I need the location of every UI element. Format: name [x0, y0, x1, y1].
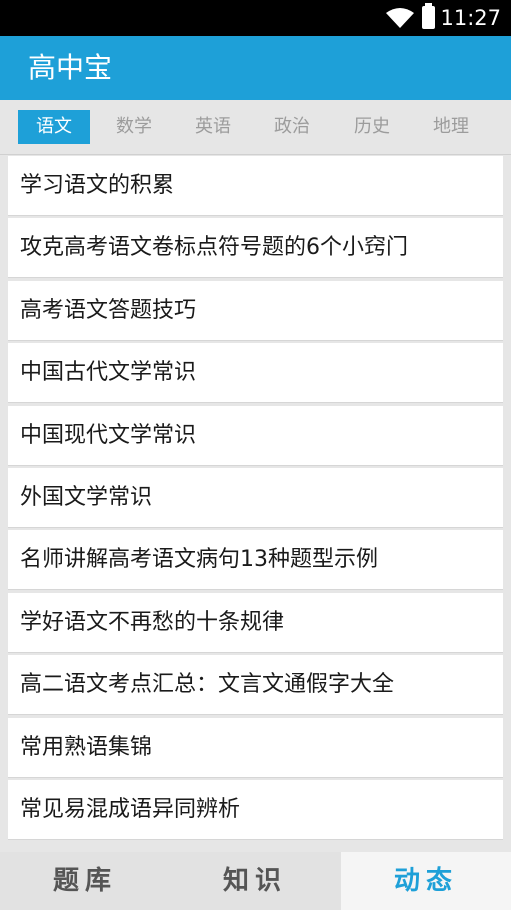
bottom-nav: 题库 知识 动态 — [0, 852, 511, 910]
list-item[interactable]: 高考语文答题技巧 — [8, 280, 503, 341]
tab-english[interactable]: 英语 — [177, 110, 249, 144]
status-bar: 11:27 — [0, 0, 511, 36]
list-item[interactable]: 中国现代文学常识 — [8, 405, 503, 466]
list-item[interactable]: 学习语文的积累 — [8, 156, 503, 216]
list-item[interactable]: 常用熟语集锦 — [8, 717, 503, 778]
status-time: 11:27 — [440, 6, 501, 30]
subject-tabs: 语文 数学 英语 政治 历史 地理 — [0, 100, 511, 155]
tab-geography[interactable]: 地理 — [415, 110, 487, 144]
list-item[interactable]: 学好语文不再愁的十条规律 — [8, 592, 503, 653]
nav-question-bank[interactable]: 题库 — [0, 852, 170, 910]
app-bar: 高中宝 — [0, 36, 511, 100]
tab-math[interactable]: 数学 — [98, 110, 170, 144]
tab-history[interactable]: 历史 — [336, 110, 408, 144]
nav-updates[interactable]: 动态 — [341, 852, 511, 910]
battery-icon — [422, 3, 435, 29]
tab-politics[interactable]: 政治 — [256, 110, 328, 144]
list-item[interactable]: 外国文学常识 — [8, 467, 503, 528]
list-item[interactable]: 常见易混成语异同辨析 — [8, 779, 503, 840]
list-item[interactable]: 攻克高考语文卷标点符号题的6个小窍门 — [8, 218, 503, 279]
tab-chinese[interactable]: 语文 — [18, 110, 90, 144]
article-list: 学习语文的积累 攻克高考语文卷标点符号题的6个小窍门 高考语文答题技巧 中国古代… — [8, 156, 503, 852]
list-item[interactable]: 高二语文考点汇总：文言文通假字大全 — [8, 655, 503, 716]
list-item[interactable]: 中国古代文学常识 — [8, 343, 503, 404]
wifi-icon — [386, 8, 414, 28]
app-title: 高中宝 — [28, 51, 113, 84]
list-item[interactable]: 名师讲解高考语文病句13种题型示例 — [8, 530, 503, 591]
nav-knowledge[interactable]: 知识 — [170, 852, 340, 910]
